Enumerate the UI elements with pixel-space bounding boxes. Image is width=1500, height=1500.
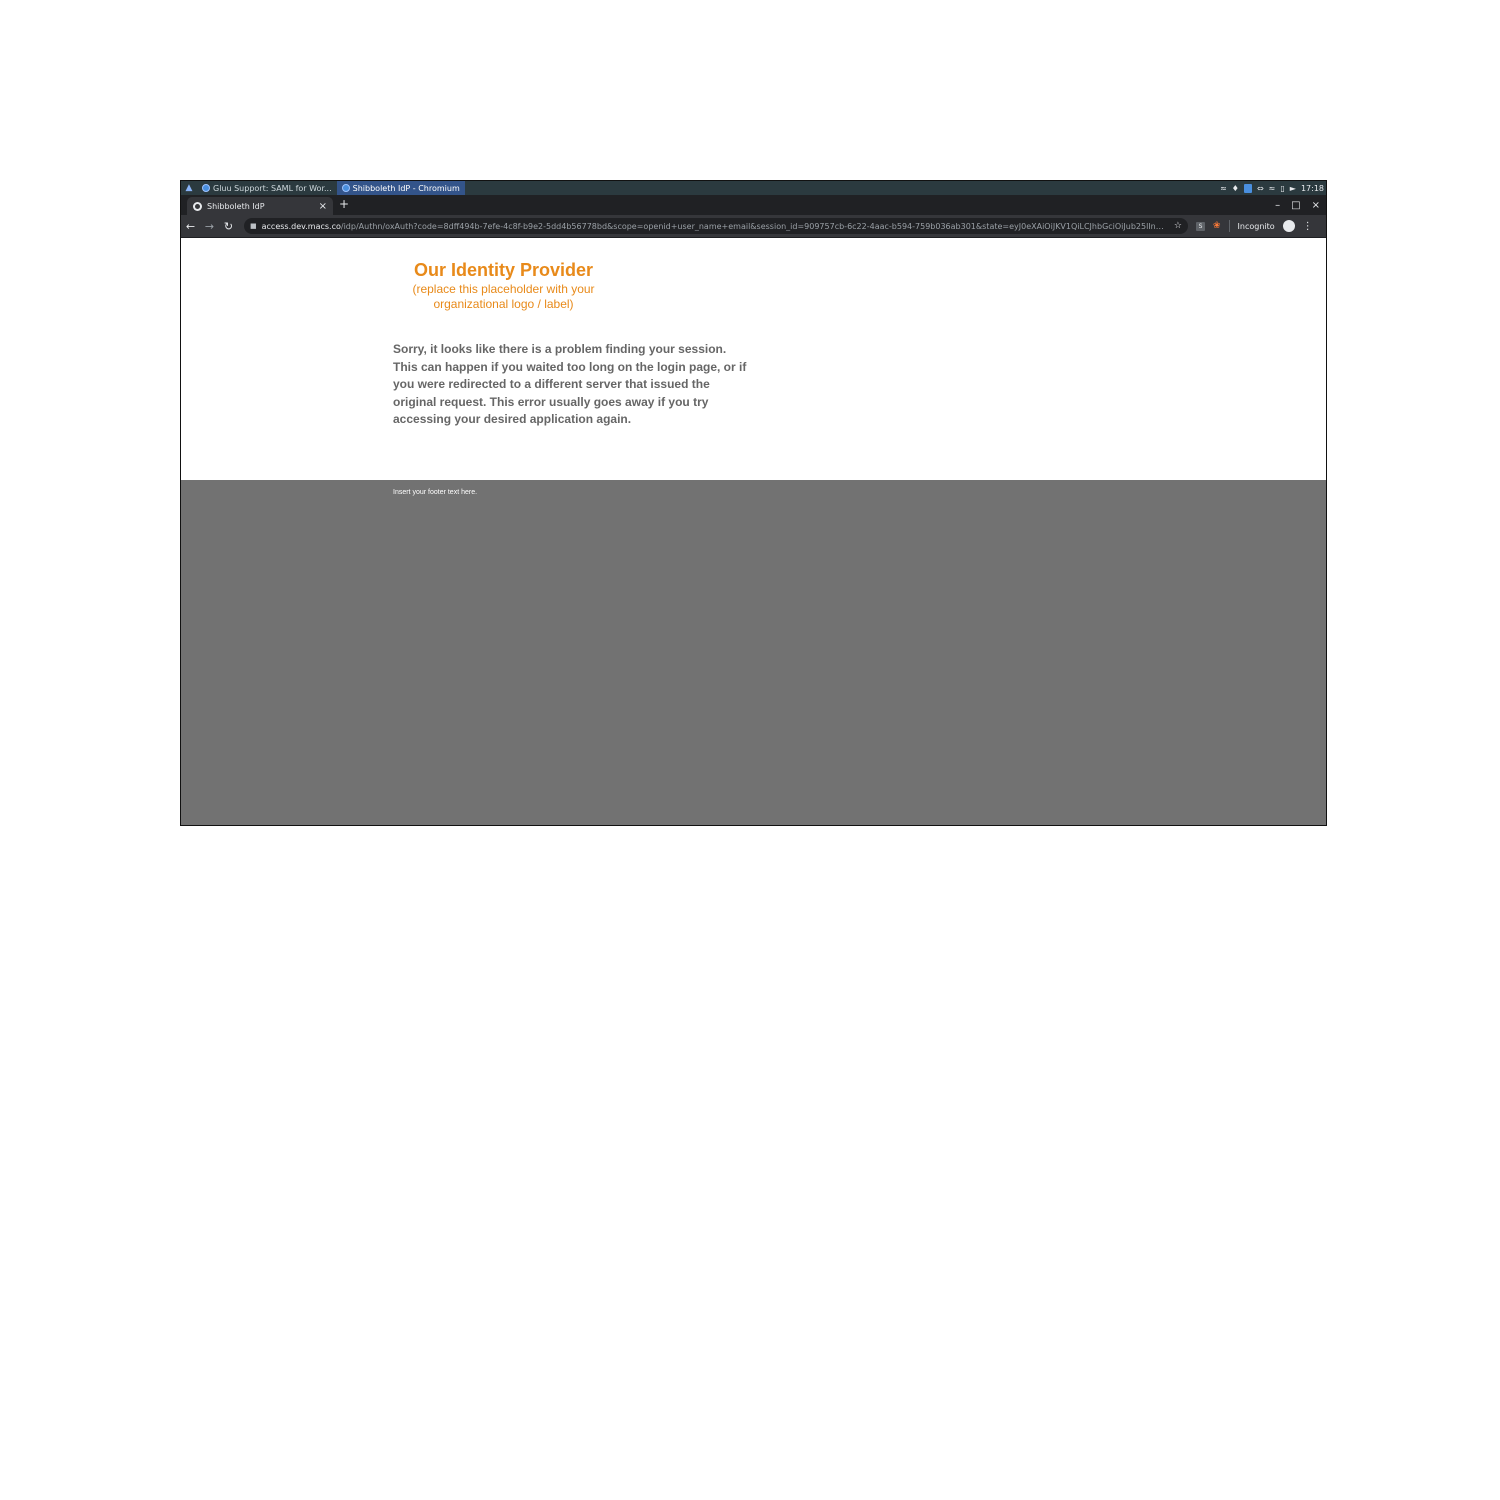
browser-menu-icon[interactable]: ⋮ — [1303, 221, 1313, 232]
chromium-icon — [341, 184, 350, 192]
footer-text: Insert your footer text here. — [393, 489, 478, 496]
forward-arrow-icon[interactable]: → — [200, 220, 219, 233]
url-host: access.dev.macs.co — [261, 221, 341, 231]
close-window-icon[interactable]: × — [1312, 200, 1320, 211]
reload-icon[interactable]: ↻ — [219, 220, 238, 233]
page-footer: Insert your footer text here. — [181, 480, 1326, 825]
taskbar-item-shibboleth[interactable]: Shibboleth IdP - Chromium — [336, 181, 465, 195]
lock-icon[interactable]: ■ — [250, 222, 257, 230]
incognito-label[interactable]: Incognito — [1238, 222, 1275, 231]
app-menu-icon[interactable]: ▲ — [181, 181, 197, 195]
new-tab-button[interactable]: + — [339, 197, 349, 211]
taskbar-item-label: Gluu Support: SAML for Wor... — [213, 183, 332, 193]
volume-icon[interactable]: ► — [1290, 184, 1296, 193]
taskbar-item-label: Shibboleth IdP - Chromium — [352, 183, 460, 193]
error-message: Sorry, it looks like there is a problem … — [393, 342, 747, 426]
incognito-icon[interactable] — [1282, 220, 1295, 232]
os-taskbar: ▲ Gluu Support: SAML for Wor... Shibbole… — [181, 181, 1326, 195]
logo-placeholder-subtitle: (replace this placeholder with your orga… — [391, 282, 616, 312]
tab-title: Shibboleth IdP — [207, 201, 265, 211]
close-tab-icon[interactable]: × — [319, 201, 327, 212]
wifi-signal-icon[interactable]: ≈ — [1269, 184, 1276, 193]
page-title: Our Identity Provider — [413, 260, 594, 280]
wifi-icon[interactable]: ≈ — [1220, 184, 1227, 193]
clock[interactable]: 17:18 — [1301, 184, 1324, 193]
url-path: /idp/Authn/oxAuth?code=8dff494b-7efe-4c8… — [340, 221, 1168, 231]
extension-icon[interactable]: S — [1196, 221, 1205, 231]
app-tray-icon[interactable] — [1243, 183, 1252, 193]
battery-icon[interactable]: ▯ — [1280, 184, 1284, 193]
maximize-icon[interactable]: □ — [1291, 200, 1300, 211]
window-controls: – □ × — [1275, 200, 1320, 211]
system-tray: ≈ ♦ ⇔ ≈ ▯ ► 17:18 — [1220, 183, 1326, 193]
logo-subtitle-line2: organizational logo / label) — [433, 297, 574, 311]
bookmark-star-icon[interactable]: ☆ — [1174, 221, 1182, 231]
tab-shibboleth-idp[interactable]: Shibboleth IdP × — [187, 197, 333, 215]
browser-toolbar: ← → ↻ ■ access.dev.macs.co /idp/Authn/ox… — [181, 215, 1326, 237]
toolbar-divider — [1228, 220, 1230, 232]
globe-icon — [193, 201, 202, 211]
page-content: Our Identity Provider (replace this plac… — [181, 238, 1326, 480]
network-icon[interactable]: ⇔ — [1257, 184, 1264, 193]
browser-tab-strip: Shibboleth IdP × + – □ × — [181, 195, 1326, 215]
minimize-icon[interactable]: – — [1275, 200, 1280, 211]
extension-orange-icon[interactable]: ❀ — [1213, 221, 1221, 231]
web-page: Our Identity Provider (replace this plac… — [181, 238, 1326, 825]
taskbar-item-gluu[interactable]: Gluu Support: SAML for Wor... — [197, 181, 337, 195]
extension-area: S ❀ Incognito ⋮ — [1196, 220, 1313, 232]
desktop-screen: ▲ Gluu Support: SAML for Wor... Shibbole… — [180, 180, 1327, 826]
logo-subtitle-line1: (replace this placeholder with your — [412, 282, 595, 296]
bell-icon[interactable]: ♦ — [1232, 184, 1239, 193]
chromium-icon — [202, 184, 210, 192]
address-bar[interactable]: ■ access.dev.macs.co /idp/Authn/oxAuth?c… — [244, 218, 1188, 234]
back-arrow-icon[interactable]: ← — [181, 220, 200, 233]
